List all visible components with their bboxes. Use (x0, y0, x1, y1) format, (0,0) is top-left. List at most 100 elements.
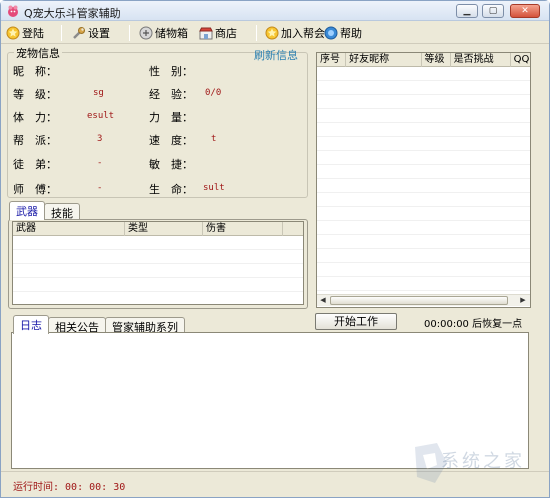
type-column-header[interactable]: 类型 (125, 222, 203, 236)
qq-column-header[interactable]: QQ (511, 53, 530, 67)
table-row (317, 165, 530, 179)
app-icon (8, 5, 18, 17)
table-row (317, 207, 530, 221)
table-row (13, 250, 303, 264)
toolbar-separator (256, 25, 257, 41)
friend-table-hscrollbar[interactable]: ◀ ▶ (317, 294, 530, 306)
minimize-icon: ▁ (463, 6, 471, 16)
table-row (317, 249, 530, 263)
nickname-label: 昵 称： (13, 65, 57, 78)
tab-log[interactable]: 日志 (13, 315, 49, 334)
shop-label: 商店 (215, 27, 237, 40)
stamina-label: 体 力： (13, 111, 57, 124)
toolbar-separator (61, 25, 62, 41)
join-guild-label: 加入帮会 (281, 27, 325, 40)
toolbar-separator (129, 25, 130, 41)
shop-button[interactable]: 商店 (199, 24, 237, 42)
table-row (317, 95, 530, 109)
table-row (317, 263, 530, 277)
storage-label: 储物箱 (155, 27, 188, 40)
stamina-value: esult (87, 111, 115, 121)
help-icon (324, 26, 338, 40)
close-button[interactable]: ✕ (510, 4, 540, 18)
strength-label: 力 量： (149, 111, 193, 124)
speed-value: t (211, 134, 217, 144)
title-bar[interactable]: Q宠大乐斗管家辅助 ▁ ▢ ✕ (1, 1, 549, 21)
main-window: Q宠大乐斗管家辅助 ▁ ▢ ✕ 登陆 设置 储物箱 商店 加入帮会 帮助 宠物信… (0, 0, 550, 498)
table-row (317, 137, 530, 151)
health-label: 生 命： (149, 183, 193, 196)
login-button[interactable]: 登陆 (6, 24, 44, 42)
weapon-table[interactable]: 武器 类型 伤害 (12, 221, 304, 305)
tab-weapon[interactable]: 武器 (9, 201, 45, 220)
table-row (317, 151, 530, 165)
experience-value: 0/0 (205, 88, 222, 98)
window-title: Q宠大乐斗管家辅助 (24, 7, 121, 20)
table-row (13, 278, 303, 292)
table-row (317, 67, 530, 81)
help-button[interactable]: 帮助 (324, 24, 362, 42)
start-work-button[interactable]: 开始工作 (315, 313, 397, 330)
watermark-text: 系统之家 (441, 451, 525, 472)
table-row (13, 236, 303, 250)
table-row (13, 264, 303, 278)
table-row (317, 109, 530, 123)
weapon-column-header[interactable]: 武器 (13, 222, 125, 236)
table-row (13, 292, 303, 304)
maximize-button[interactable]: ▢ (482, 4, 504, 18)
join-guild-button[interactable]: 加入帮会 (265, 24, 325, 42)
settings-label: 设置 (88, 27, 110, 40)
damage-column-header[interactable]: 伤害 (203, 222, 283, 236)
scroll-left-arrow-icon[interactable]: ◀ (317, 295, 329, 306)
level-value: sg (93, 88, 104, 98)
settings-button[interactable]: 设置 (72, 24, 110, 42)
table-row (317, 277, 530, 291)
weapon-table-rows (13, 236, 303, 304)
table-row (317, 123, 530, 137)
scroll-thumb[interactable] (330, 296, 508, 305)
agility-label: 敏 捷： (149, 158, 193, 171)
health-value: sult (203, 183, 225, 193)
maximize-icon: ▢ (488, 6, 498, 16)
help-label: 帮助 (340, 27, 362, 40)
master-label: 师 傅： (13, 183, 57, 196)
level-label: 等 级： (13, 88, 57, 101)
table-row (317, 193, 530, 207)
challenge-column-header[interactable]: 是否挑战 (451, 53, 511, 67)
tab-skill[interactable]: 技能 (44, 203, 80, 220)
toolbar: 登陆 设置 储物箱 商店 加入帮会 帮助 (1, 22, 549, 44)
table-row (317, 81, 530, 95)
gender-label: 性 别： (149, 65, 193, 78)
friend-table-rows (317, 67, 530, 291)
login-label: 登陆 (22, 27, 44, 40)
guild-label: 帮 派： (13, 134, 57, 147)
recover-timer: 00:00:00 后恢复一点 (424, 319, 523, 330)
guild-value: 3 (97, 134, 103, 144)
pet-info-title: 宠物信息 (14, 45, 62, 61)
friend-table-header: 序号 好友昵称 等级 是否挑战 QQ (317, 53, 530, 67)
friend-table[interactable]: 序号 好友昵称 等级 是否挑战 QQ ◀ ▶ (316, 52, 531, 308)
apprentice-label: 徒 弟： (13, 158, 57, 171)
runtime-status: 运行时间: 00: 00: 30 (13, 482, 126, 493)
apprentice-value: - (97, 158, 103, 168)
minimize-button[interactable]: ▁ (456, 4, 478, 18)
table-row (317, 179, 530, 193)
speed-label: 速 度： (149, 134, 193, 147)
shop-icon (199, 27, 213, 40)
storage-button[interactable]: 储物箱 (139, 24, 188, 42)
experience-label: 经 验： (149, 88, 193, 101)
weapon-table-header: 武器 类型 伤害 (13, 222, 303, 236)
friend-name-column-header[interactable]: 好友昵称 (346, 53, 422, 67)
master-value: - (97, 183, 103, 193)
wrench-icon (73, 27, 85, 39)
close-icon: ✕ (521, 6, 529, 16)
level-column-header[interactable]: 等级 (422, 53, 451, 67)
star-icon (6, 26, 20, 40)
filler-column-header (283, 222, 303, 236)
index-column-header[interactable]: 序号 (317, 53, 347, 67)
scroll-right-arrow-icon[interactable]: ▶ (517, 295, 529, 306)
table-row (317, 235, 530, 249)
refresh-info-link[interactable]: 刷新信息 (254, 47, 298, 63)
chest-icon (139, 26, 153, 40)
table-row (317, 221, 530, 235)
